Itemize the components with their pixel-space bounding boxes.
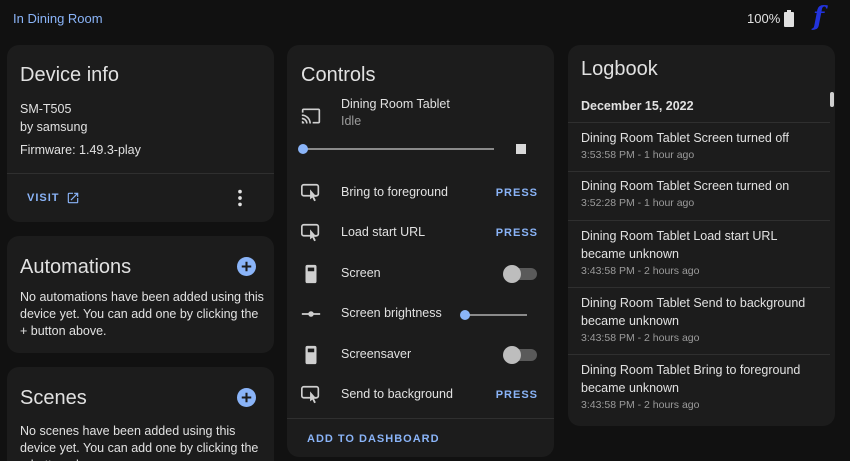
volume-slider[interactable] <box>298 144 494 154</box>
control-screen: Screen <box>287 263 554 303</box>
automations-title: Automations <box>20 256 132 278</box>
divider <box>568 287 830 288</box>
visit-button[interactable]: VISIT <box>27 191 80 205</box>
control-label: Bring to foreground <box>341 185 449 199</box>
load-start-url-press-button[interactable]: PRESS <box>496 227 538 239</box>
open-in-new-icon <box>67 192 78 204</box>
log-entry[interactable]: Dining Room Tablet Load start URL became… <box>568 227 823 277</box>
bring-to-foreground-press-button[interactable]: PRESS <box>496 187 538 199</box>
brightness-slider[interactable] <box>460 310 527 320</box>
top-bar: In Dining Room 100% f <box>0 0 850 36</box>
brightness-slider-knob[interactable] <box>460 310 470 320</box>
device-model: SM-T505 <box>20 102 72 116</box>
visit-label: VISIT <box>27 192 60 204</box>
add-automation-icon[interactable] <box>237 257 256 276</box>
battery-icon <box>784 10 795 27</box>
volume-slider-knob[interactable] <box>298 144 308 154</box>
control-screensaver: Screensaver <box>287 344 554 384</box>
battery-level: 100% <box>747 11 781 26</box>
log-entry[interactable]: Dining Room Tablet Bring to foreground b… <box>568 361 813 411</box>
control-label: Send to background <box>341 387 453 401</box>
gesture-tap-button-icon <box>301 223 320 242</box>
device-info-card: Device info SM-T505 by samsung Firmware:… <box>7 45 274 222</box>
media-player-name[interactable]: Dining Room Tablet <box>341 97 450 111</box>
control-label: Screensaver <box>341 347 412 361</box>
gesture-tap-button-icon <box>301 183 320 202</box>
log-entry-title: Dining Room Tablet Load start URL became… <box>581 229 777 261</box>
logbook-title: Logbook <box>581 58 658 80</box>
device-info-title: Device info <box>20 64 119 86</box>
log-entry-time: 3:43:58 PM - 2 hours ago <box>581 265 700 277</box>
automations-card: Automations No automations have been add… <box>7 236 274 353</box>
logbook-date: December 15, 2022 <box>581 99 694 113</box>
control-label: Load start URL <box>341 225 426 239</box>
breadcrumb[interactable]: In Dining Room <box>13 11 103 26</box>
scenes-card: Scenes No scenes have been added using t… <box>7 367 274 461</box>
log-entry-title: Dining Room Tablet Bring to foreground b… <box>581 363 801 395</box>
control-bring-to-foreground: Bring to foreground PRESS <box>287 182 554 222</box>
divider <box>568 220 830 221</box>
device-manufacturer: by samsung <box>20 120 88 134</box>
log-entry-title: Dining Room Tablet Send to background be… <box>581 296 806 328</box>
brightness-slider-icon <box>301 311 321 317</box>
log-entry-time: 3:43:58 PM - 2 hours ago <box>581 399 700 411</box>
scenes-title: Scenes <box>20 387 87 409</box>
log-entry-time: 3:52:28 PM - 1 hour ago <box>581 197 695 209</box>
log-entry-time: 3:53:58 PM - 1 hour ago <box>581 149 695 161</box>
log-entry[interactable]: Dining Room Tablet Screen turned off 3:5… <box>568 129 835 161</box>
logbook-card: Logbook December 15, 2022 Dining Room Ta… <box>568 45 835 426</box>
screensaver-toggle[interactable] <box>503 346 537 364</box>
gesture-tap-button-icon <box>301 385 320 404</box>
control-screen-brightness: Screen brightness <box>287 303 554 343</box>
scrollbar[interactable] <box>830 92 834 107</box>
send-to-background-press-button[interactable]: PRESS <box>496 389 538 401</box>
device-firmware: Firmware: 1.49.3-play <box>20 143 141 157</box>
screen-toggle[interactable] <box>503 265 537 283</box>
tablet-icon <box>305 345 317 365</box>
divider <box>568 122 830 123</box>
media-player-state: Idle <box>341 114 362 128</box>
log-entry-title: Dining Room Tablet Screen turned off <box>581 131 789 145</box>
add-to-dashboard-button[interactable]: ADD TO DASHBOARD <box>307 433 440 445</box>
log-entry-title: Dining Room Tablet Screen turned on <box>581 179 790 193</box>
log-entry-time: 3:43:58 PM - 2 hours ago <box>581 332 700 344</box>
controls-title: Controls <box>301 64 376 86</box>
divider <box>7 173 274 174</box>
control-load-start-url: Load start URL PRESS <box>287 222 554 262</box>
divider <box>287 418 554 419</box>
control-label: Screen <box>341 266 381 280</box>
log-entry[interactable]: Dining Room Tablet Screen turned on 3:52… <box>568 177 835 209</box>
controls-card: Controls Dining Room Tablet Idle Bring t… <box>287 45 554 457</box>
more-vert-icon[interactable] <box>229 187 251 209</box>
cast-icon <box>301 108 321 124</box>
app-logo: f <box>813 2 825 32</box>
stop-icon[interactable] <box>516 144 526 154</box>
tablet-icon <box>305 264 317 284</box>
divider <box>568 171 830 172</box>
scenes-empty-text: No scenes have been added using this dev… <box>20 424 259 461</box>
battery-status: 100% <box>747 10 795 27</box>
add-scene-icon[interactable] <box>237 388 256 407</box>
control-label: Screen brightness <box>341 306 442 320</box>
divider <box>568 354 830 355</box>
log-entry[interactable]: Dining Room Tablet Send to background be… <box>568 294 813 344</box>
automations-empty-text: No automations have been added using thi… <box>20 290 264 338</box>
